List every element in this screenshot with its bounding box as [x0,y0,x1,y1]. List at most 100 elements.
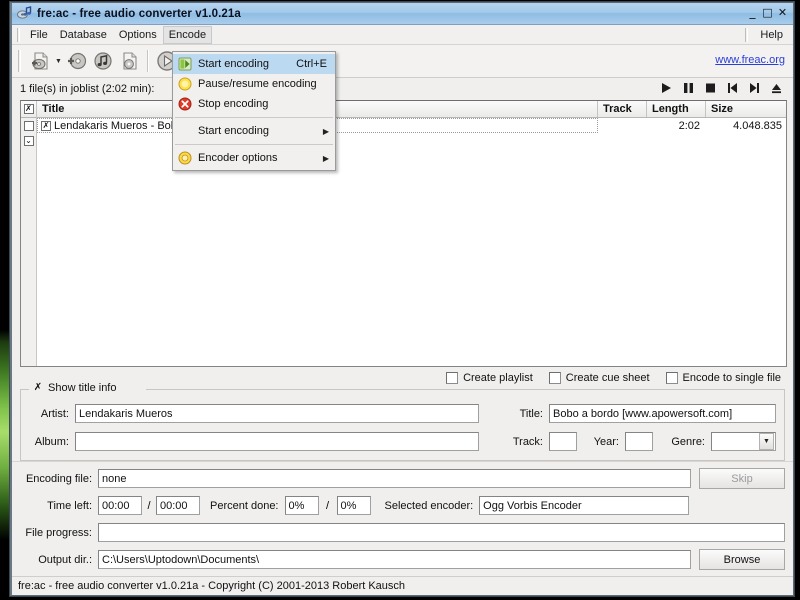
menu-item-start-encoding-submenu[interactable]: Start encoding ▶ [173,121,335,141]
output-dir-label: Output dir.: [38,553,92,566]
time-left-separator: / [147,499,151,512]
menu-database[interactable]: Database [54,26,113,44]
create-cue-sheet-checkbox[interactable] [548,372,561,384]
menu-item-encoder-options-label: Encoder options [198,152,278,164]
minimize-button[interactable]: _ [745,5,760,20]
time-left-label: Time left: [47,499,92,512]
create-playlist-label: Create playlist [463,372,533,384]
submenu-arrow-icon-2: ▶ [322,153,329,163]
row-size-cell: 4.048.835 [733,119,782,132]
artist-field[interactable]: Lendakaris Mueros [75,404,479,423]
add-track-button[interactable] [90,48,116,74]
add-audio-cd-button[interactable] [64,48,90,74]
column-header-size[interactable]: Size [706,101,786,117]
menu-file[interactable]: File [24,26,54,44]
chevron-down-icon[interactable]: ▼ [759,433,774,450]
album-field[interactable] [75,432,479,451]
percent-separator: / [325,499,330,512]
year-field[interactable] [625,432,653,451]
add-audio-file-button[interactable] [27,48,53,74]
joblist-checkbox-column: ✗ ⌄ [21,101,37,366]
encoding-options-row: Create playlist Create cue sheet Encode … [12,367,793,389]
column-header-track[interactable]: Track [598,101,647,117]
encoding-panel: Encoding file: none Skip Time left: 00:0… [12,461,793,576]
close-button[interactable]: ✕ [775,5,790,20]
title-bar: fre:ac - free audio converter v1.0.21a _… [12,3,793,25]
column-header-length[interactable]: Length [647,101,706,117]
artist-title-row: Artist: Lendakaris Mueros Title: Bobo a … [21,403,784,424]
green-play-icon [177,56,193,72]
genre-combobox[interactable]: ▼ [711,432,776,451]
track-field[interactable] [549,432,577,451]
table-row[interactable]: ✗ Lendakaris Mueros - Bob 2:02 4.048.835 [37,118,786,133]
browse-button[interactable]: Browse [699,549,785,570]
title-field[interactable]: Bobo a bordo [www.apowersoft.com] [549,404,776,423]
window-title: fre:ac - free audio converter v1.0.21a [37,7,241,20]
menu-item-pause-resume-encoding[interactable]: Pause/resume encoding [173,74,335,94]
row-title-text: Lendakaris Mueros - Bob [54,119,177,132]
menu-item-stop-encoding[interactable]: Stop encoding [173,94,335,114]
previous-icon[interactable] [726,81,739,95]
toolbar-grip[interactable] [18,50,21,72]
create-cue-sheet-option[interactable]: Create cue sheet [548,372,650,384]
create-playlist-option[interactable]: Create playlist [446,372,533,384]
menu-separator-1 [175,117,333,118]
create-playlist-checkbox[interactable] [446,372,459,384]
track-label: Track: [512,435,543,448]
add-file-dropdown-button[interactable]: ▼ [53,48,64,74]
skip-button[interactable]: Skip [699,468,785,489]
freac-website-link[interactable]: www.freac.org [715,54,785,66]
select-all-checkbox[interactable]: ✗ [23,104,34,114]
selected-encoder-field: Ogg Vorbis Encoder [479,496,689,515]
menu-item-encoder-options[interactable]: Encoder options ▶ [173,148,335,168]
help-grip[interactable] [745,28,749,42]
encoding-file-label: Encoding file: [25,472,92,485]
media-controls [660,81,783,95]
joblist-select-all-header[interactable]: ✗ [21,101,36,118]
row-length-cell: 2:02 [678,119,700,132]
encoding-file-field: none [98,469,691,488]
output-dir-row: Output dir.: C:\Users\Uptodown\Documents… [20,549,785,570]
joblist-count-label: 1 file(s) in joblist (2:02 min): [20,83,155,95]
menubar-grip[interactable] [17,27,20,42]
menu-encode[interactable]: Encode [162,25,213,44]
menu-bar: File Database Options Encode Help [12,25,793,45]
desktop-background [0,0,10,600]
window-controls: _ □ ✕ [745,5,790,20]
play-icon[interactable] [660,81,673,95]
album-track-year-genre-row: Album: Track: Year: Genre: ▼ [21,431,784,452]
encode-single-file-label: Encode to single file [682,372,781,384]
output-dir-field[interactable]: C:\Users\Uptodown\Documents\ [98,550,691,569]
joblist-main: Title Track Length Size ✗ Lendakaris Mue… [37,101,786,366]
toolbar-separator-1 [147,50,149,72]
stop-icon[interactable] [704,81,717,95]
file-progress-row: File progress: [20,522,785,543]
show-title-info-toggle[interactable]: ✗ Show title info [29,382,121,394]
pause-icon[interactable] [682,81,695,95]
help-menu-container: Help [745,25,789,45]
next-icon[interactable] [748,81,761,95]
joblist-extra-checkbox-cell[interactable]: ⌄ [21,133,36,148]
menu-help[interactable]: Help [754,26,789,44]
row-title-checkbox[interactable]: ✗ [41,120,51,131]
joblist-row-checkbox-cell[interactable] [21,118,36,133]
selected-encoder-label: Selected encoder: [384,499,474,512]
remove-track-button[interactable] [116,48,142,74]
menu-item-pause-resume-label: Pause/resume encoding [198,78,317,90]
joblist[interactable]: ✗ ⌄ Title Track Length Size ✗ Lendakaris [20,100,787,367]
album-label: Album: [34,435,69,448]
title-info-group: ✗ Show title info Artist: Lendakaris Mue… [20,382,785,461]
menu-item-start-encoding[interactable]: Start encoding Ctrl+E [173,54,335,74]
file-progress-bar [98,523,785,542]
row-checkbox[interactable] [23,120,34,131]
eject-icon[interactable] [770,81,783,95]
submenu-arrow-icon: ▶ [322,126,329,136]
encode-single-file-checkbox[interactable] [665,372,678,384]
status-bar: fre:ac - free audio converter v1.0.21a -… [12,576,793,595]
time-left-total-field: 00:00 [156,496,200,515]
encode-single-file-option[interactable]: Encode to single file [665,372,781,384]
maximize-button[interactable]: □ [760,5,775,20]
app-icon [16,6,32,21]
extra-checkbox[interactable]: ⌄ [23,135,34,146]
menu-options[interactable]: Options [113,26,163,44]
